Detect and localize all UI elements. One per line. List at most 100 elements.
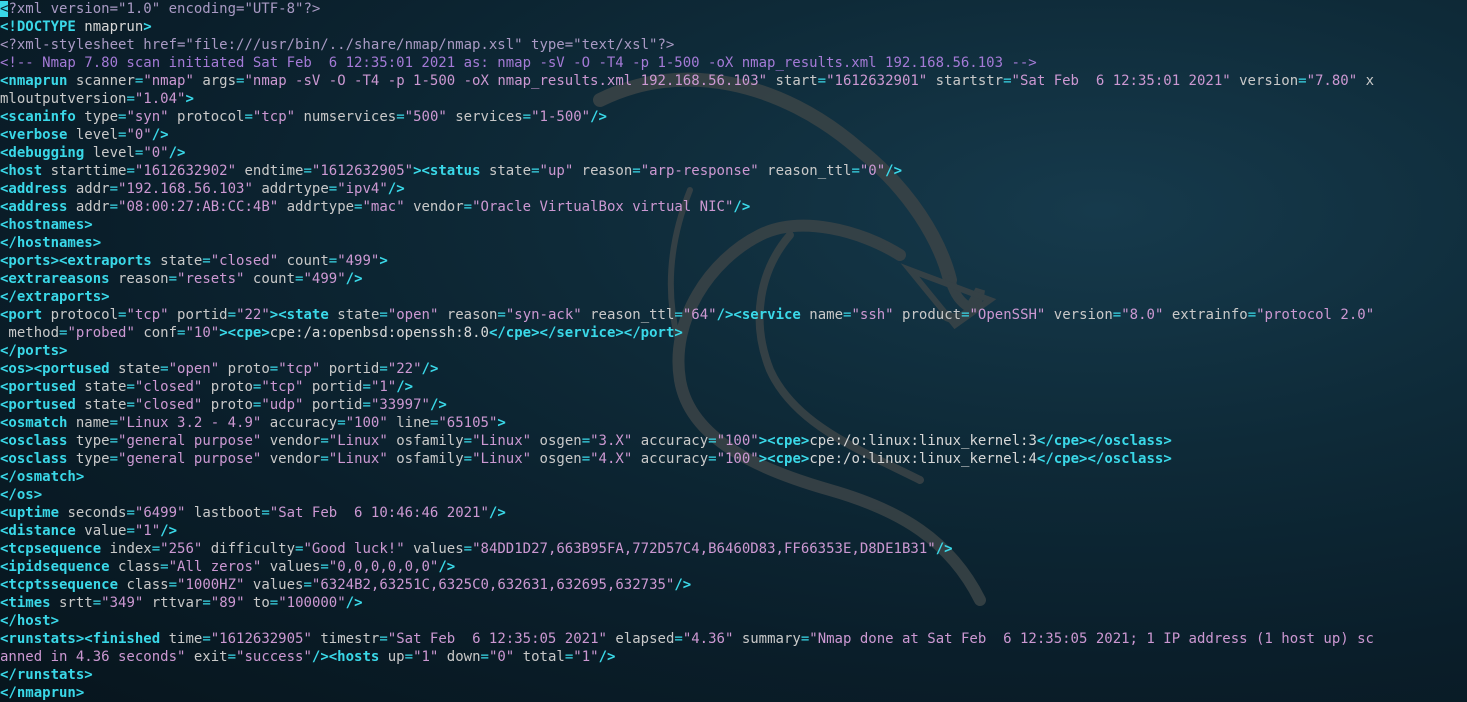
attribute-name: down xyxy=(438,649,481,665)
attribute-name: portid xyxy=(168,307,228,323)
punctuation: = xyxy=(244,109,253,125)
attribute-value: "arp-response" xyxy=(640,163,759,179)
xml-tag: </cpe></service></port> xyxy=(488,325,683,341)
xml-tag: <ports><extraports xyxy=(0,253,152,269)
attribute-name: timestr xyxy=(311,631,380,647)
punctuation: = xyxy=(362,397,371,413)
xml-tag: /> xyxy=(345,271,363,287)
attribute-name: method xyxy=(0,325,60,341)
attribute-value: "6324B2,63251C,6325C0,632631,632695,6327… xyxy=(311,577,675,593)
punctuation: = xyxy=(708,433,717,449)
terminal-line: <osclass type="general purpose" vendor="… xyxy=(0,432,1467,450)
xml-tag: <!DOCTYPE xyxy=(0,19,76,35)
attribute-name: accuracy xyxy=(632,433,709,449)
punctuation: = xyxy=(674,631,683,647)
attribute-name: conf xyxy=(134,325,178,341)
terminal-line: <address addr="192.168.56.103" addrtype=… xyxy=(0,180,1467,198)
terminal-line: <os><portused state="open" proto="tcp" p… xyxy=(0,360,1467,378)
attribute-name: addrtype xyxy=(252,181,329,197)
xml-tag: <address xyxy=(0,181,68,197)
attribute-value: "protocol 2.0" xyxy=(1256,307,1375,323)
attribute-value: "udp" xyxy=(261,397,304,413)
punctuation: = xyxy=(800,631,810,647)
attribute-name: elapsed xyxy=(606,631,675,647)
attribute-value: "closed" xyxy=(210,253,279,269)
xml-tag: </host> xyxy=(0,613,60,629)
terminal-line: <!DOCTYPE nmaprun> xyxy=(0,18,1467,36)
attribute-name: startstr xyxy=(927,73,1004,89)
attribute-name: values xyxy=(244,577,304,593)
punctuation: = xyxy=(564,649,574,665)
attribute-value: "resets" xyxy=(177,271,245,287)
attribute-name: up xyxy=(379,649,405,665)
punctuation: = xyxy=(320,559,329,575)
punctuation: = xyxy=(581,433,591,449)
attribute-value: "syn" xyxy=(126,109,169,125)
xml-tag: /> xyxy=(160,523,178,539)
xml-tag: /><hosts xyxy=(311,649,380,665)
punctuation: = xyxy=(269,595,279,611)
punctuation: = xyxy=(160,559,169,575)
terminal-line: <ipidsequence class="All zeros" values="… xyxy=(0,558,1467,576)
attribute-value: "499" xyxy=(303,271,346,287)
attribute-value: "256" xyxy=(160,541,203,557)
terminal-line: <address addr="08:00:27:AB:CC:4B" addrty… xyxy=(0,198,1467,216)
attribute-name: x xyxy=(1357,73,1375,89)
terminal-line: </host> xyxy=(0,612,1467,630)
terminal-line: <osmatch name="Linux 3.2 - 4.9" accuracy… xyxy=(0,414,1467,432)
attribute-value: "Sat Feb 6 12:35:05 2021" xyxy=(387,631,607,647)
attribute-name: vendor xyxy=(261,433,321,449)
punctuation: = xyxy=(463,451,473,467)
attribute-name: osgen xyxy=(531,451,582,467)
terminal-output[interactable]: <?xml version="1.0" encoding="UTF-8"?> <!… xyxy=(0,0,1467,702)
xml-tag: </nmaprun> xyxy=(0,685,85,701)
attribute-value: "22" xyxy=(387,361,422,377)
xml-tag: /> xyxy=(438,559,456,575)
punctuation: = xyxy=(269,361,279,377)
xml-tag: </ports> xyxy=(0,343,68,359)
xml-tag: /> xyxy=(396,379,414,395)
xml-tag: ><state xyxy=(269,307,329,323)
attribute-name: protocol xyxy=(168,109,245,125)
punctuation: = xyxy=(404,649,414,665)
terminal-line: <?xml-stylesheet href="file:///usr/bin/.… xyxy=(0,36,1467,54)
xml-tag: <port xyxy=(0,307,43,323)
attribute-value: "ipv4" xyxy=(337,181,388,197)
punctuation: = xyxy=(126,505,135,521)
xml-tag: <host xyxy=(0,163,43,179)
xml-tag: /> xyxy=(151,127,169,143)
attribute-name: summary xyxy=(733,631,801,647)
attribute-name: class xyxy=(109,559,161,575)
xml-tag: <scaninfo xyxy=(0,109,76,125)
xml-tag: <extrareasons xyxy=(0,271,110,287)
attribute-name: portid xyxy=(303,379,363,395)
attribute-name: reason_ttl xyxy=(758,163,852,179)
xml-tag: ><cpe> xyxy=(758,433,810,449)
terminal-line: </extraports> xyxy=(0,288,1467,306)
attribute-name: reason xyxy=(573,163,633,179)
xml-comment: <!-- Nmap 7.80 scan initiated Sat Feb 6 … xyxy=(0,55,1037,71)
punctuation: = xyxy=(109,433,119,449)
attribute-value: "general purpose" xyxy=(118,451,262,467)
xml-tag: /> xyxy=(733,199,751,215)
punctuation: = xyxy=(961,307,970,323)
terminal-line: <ports><extraports state="closed" count=… xyxy=(0,252,1467,270)
attribute-name: lastboot xyxy=(185,505,262,521)
attribute-value: "1612632901" xyxy=(826,73,928,89)
punctuation: = xyxy=(303,577,312,593)
punctuation: = xyxy=(531,163,540,179)
punctuation: = xyxy=(674,307,683,323)
attribute-name: proto xyxy=(202,397,253,413)
terminal-line: </ports> xyxy=(0,342,1467,360)
attribute-value: "mac" xyxy=(362,199,405,215)
attribute-name: starttime xyxy=(42,163,127,179)
punctuation: = xyxy=(362,379,371,395)
attribute-name: portid xyxy=(320,361,380,377)
terminal-line: <verbose level="0"/> xyxy=(0,126,1467,144)
xml-tag: /> xyxy=(674,577,692,593)
attribute-name: values xyxy=(261,559,321,575)
xml-tag: <verbose xyxy=(0,127,68,143)
punctuation: = xyxy=(160,361,169,377)
attribute-value: "10" xyxy=(185,325,220,341)
attribute-value: "0" xyxy=(488,649,515,665)
